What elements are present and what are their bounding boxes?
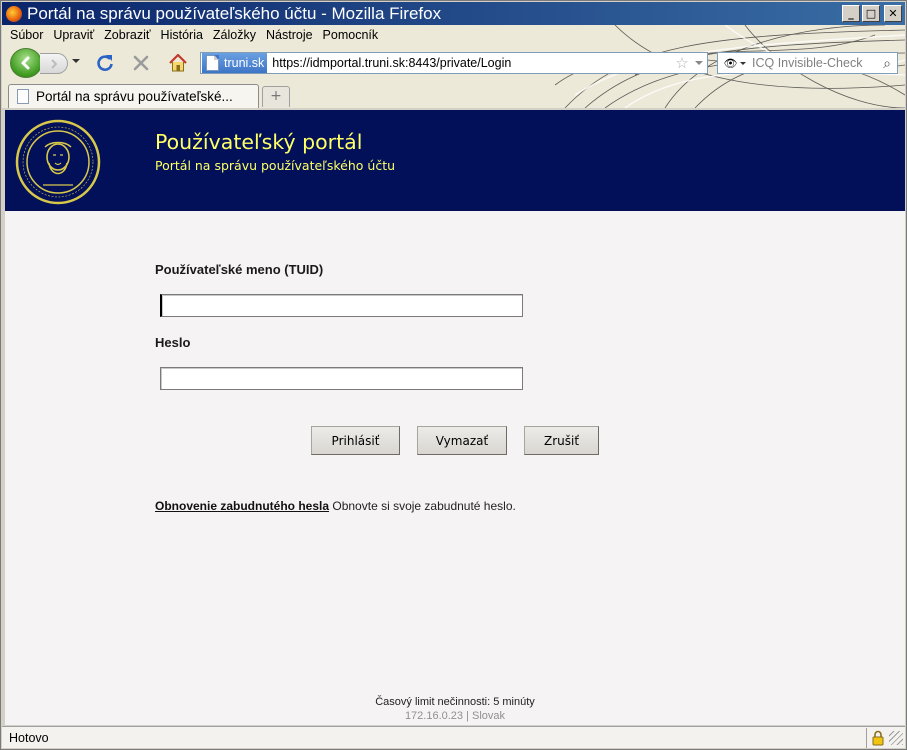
search-input[interactable]: ICQ Invisible-Check (752, 56, 877, 70)
password-label: Heslo (155, 335, 191, 350)
university-seal-logo (15, 119, 101, 205)
new-tab-button[interactable]: + (262, 86, 290, 107)
history-dropdown-icon[interactable] (72, 59, 80, 63)
menu-help[interactable]: Pomocník (319, 28, 385, 46)
username-input[interactable] (160, 294, 523, 317)
minimize-button[interactable]: _ (842, 5, 860, 22)
window-controls: _ □ ✕ (842, 5, 902, 22)
password-input[interactable] (160, 367, 523, 390)
menu-edit[interactable]: Upraviť (49, 28, 100, 46)
password-recovery-description: Obnovte si svoje zabudnuté heslo. (332, 499, 516, 513)
login-button[interactable]: Prihlásiť (311, 426, 400, 455)
portal-header: Používateľský portál Portál na správu po… (5, 110, 905, 211)
stop-icon[interactable] (131, 53, 151, 73)
menu-history[interactable]: História (157, 28, 209, 46)
site-identity-label: truni.sk (224, 56, 265, 70)
clear-button[interactable]: Vymazať (417, 426, 507, 455)
site-identity-button[interactable]: truni.sk (202, 53, 268, 73)
bookmark-star-icon[interactable]: ☆ (673, 54, 691, 72)
firefox-icon (6, 5, 22, 22)
status-text: Hotovo (9, 730, 49, 745)
menu-file[interactable]: Súbor (6, 28, 49, 46)
portal-subtitle: Portál na správu používateľského účtu (155, 158, 396, 173)
session-timeout-text: Časový limit nečinnosti: 5 minúty (375, 696, 535, 708)
server-info-text: 172.16.0.23 | Slovak (404, 710, 506, 722)
padlock-icon[interactable] (871, 730, 885, 746)
search-engine-selector[interactable]: 👁 (718, 57, 752, 70)
portal-title: Používateľský portál (155, 130, 363, 154)
status-divider (866, 727, 867, 748)
eye-icon: 👁 (723, 57, 738, 70)
browser-window: Portál na správu používateľského účtu - … (0, 0, 907, 750)
window-title: Portál na správu používateľského účtu - … (27, 3, 442, 23)
navigation-toolbar: truni.sk https://idmportal.truni.sk:8443… (2, 47, 905, 79)
menu-tools[interactable]: Nástroje (262, 28, 319, 46)
tab-bar: Portál na správu používateľské... + (2, 82, 905, 108)
forward-arrow-icon (50, 58, 57, 69)
url-dropdown-icon[interactable] (691, 61, 707, 65)
page-icon (206, 55, 219, 71)
back-button[interactable] (10, 48, 42, 78)
reload-icon[interactable] (95, 53, 115, 73)
page-content: Používateľský portál Portál na správu po… (5, 110, 905, 725)
password-recovery-link[interactable]: Obnovenie zabudnutého hesla (155, 499, 329, 513)
title-bar: Portál na správu používateľského účtu - … (2, 2, 905, 25)
url-input[interactable]: https://idmportal.truni.sk:8443/private/… (267, 56, 673, 70)
menu-view[interactable]: Zobraziť (100, 28, 156, 46)
home-icon[interactable] (167, 52, 189, 74)
menu-bar: Súbor Upraviť Zobraziť História Záložky … (6, 28, 384, 46)
forward-button[interactable] (40, 53, 68, 74)
tab-title: Portál na správu používateľské... (36, 89, 233, 104)
back-arrow-icon (21, 56, 30, 70)
search-magnifier-icon[interactable]: ⌕ (877, 55, 897, 72)
search-bar[interactable]: 👁 ICQ Invisible-Check ⌕ (717, 52, 898, 74)
status-bar: Hotovo (2, 726, 905, 748)
close-button[interactable]: ✕ (884, 5, 902, 22)
tab-active[interactable]: Portál na správu používateľské... (8, 84, 259, 108)
password-recovery: Obnovenie zabudnutého hesla Obnovte si s… (155, 499, 516, 513)
resize-grip[interactable] (889, 730, 903, 745)
address-bar[interactable]: truni.sk https://idmportal.truni.sk:8443… (200, 52, 708, 74)
menu-bookmarks[interactable]: Záložky (209, 28, 262, 46)
username-label: Používateľské meno (TUID) (155, 262, 324, 277)
cancel-button[interactable]: Zrušiť (524, 426, 599, 455)
page-icon (17, 89, 29, 104)
browser-chrome: Súbor Upraviť Zobraziť História Záložky … (2, 25, 905, 108)
maximize-button[interactable]: □ (862, 5, 880, 22)
